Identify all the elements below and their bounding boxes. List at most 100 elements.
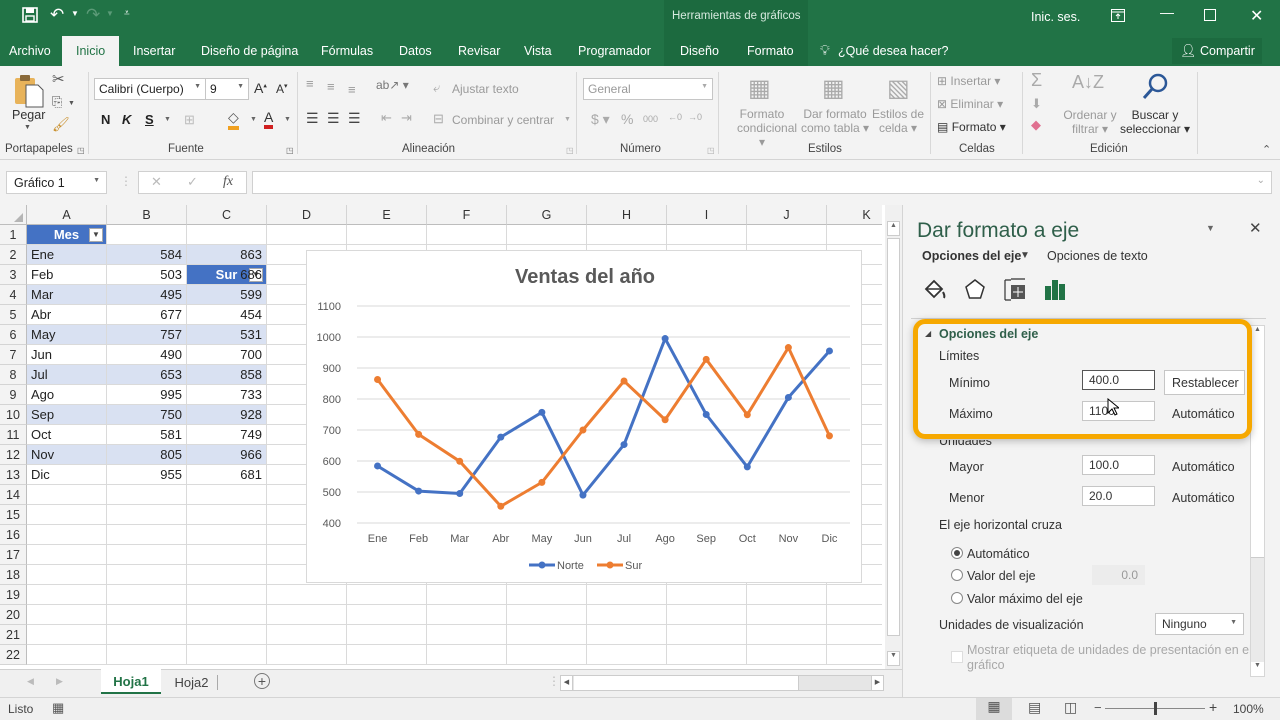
tab-revisar[interactable]: Revisar <box>458 44 500 58</box>
scroll-up-icon[interactable]: ▲ <box>887 221 900 236</box>
undo-icon[interactable]: ↶ <box>50 5 64 25</box>
cell[interactable] <box>107 225 187 245</box>
table-cell[interactable]: 749 <box>187 425 267 445</box>
table-cell[interactable]: 490 <box>107 345 187 365</box>
decrease-indent-icon[interactable]: ⇤ <box>381 110 392 126</box>
radio-axis-value[interactable] <box>951 569 963 584</box>
italic-button[interactable]: K <box>122 112 131 127</box>
column-header-h[interactable]: H <box>587 205 667 225</box>
cell[interactable] <box>187 585 267 605</box>
table-cell[interactable]: Jul <box>27 365 107 385</box>
increase-font-icon[interactable]: A▴ <box>254 80 267 96</box>
x-tick-label[interactable]: Sep <box>696 533 716 545</box>
series-line-norte[interactable] <box>376 337 831 497</box>
add-sheet-icon[interactable]: + <box>254 673 270 689</box>
page-break-view-icon[interactable]: ◫ <box>1064 699 1077 716</box>
row-header-19[interactable]: 19 <box>0 585 27 605</box>
format-as-table-icon[interactable]: ▦ <box>822 74 845 103</box>
cell[interactable] <box>667 225 747 245</box>
x-tick-label[interactable]: Oct <box>739 533 756 545</box>
borders-icon[interactable]: ⊞ <box>184 112 195 128</box>
tab-diseno[interactable]: Diseño <box>680 44 719 58</box>
row-header-10[interactable]: 10 <box>0 405 27 425</box>
chart-title[interactable]: Ventas del año <box>515 266 655 288</box>
tell-me-search[interactable]: ¿Qué desea hacer? <box>838 44 949 58</box>
table-cell[interactable]: 653 <box>107 365 187 385</box>
next-sheet-icon[interactable]: ▶ <box>56 676 63 687</box>
font-launcher-icon[interactable]: ◳ <box>286 146 294 155</box>
row-header-3[interactable]: 3 <box>0 265 27 285</box>
tab-text-options[interactable]: Opciones de texto <box>1047 249 1148 263</box>
conditional-format-icon[interactable]: ▦ <box>748 74 771 103</box>
cell[interactable] <box>267 225 347 245</box>
decrease-font-icon[interactable]: A▾ <box>276 82 288 96</box>
align-right-icon[interactable]: ☰ <box>348 110 361 127</box>
cell[interactable] <box>667 645 747 665</box>
cell[interactable] <box>27 585 107 605</box>
cell[interactable] <box>827 605 882 625</box>
data-point-sur[interactable] <box>825 432 833 440</box>
cell[interactable] <box>827 625 882 645</box>
tab-axis-options[interactable]: Opciones del eje <box>922 249 1021 263</box>
find-select-button[interactable]: Buscar y seleccionar ▾ <box>1118 108 1192 136</box>
prev-sheet-icon[interactable]: ◀ <box>27 676 34 687</box>
merge-center-button[interactable]: Combinar y centrar <box>452 113 554 127</box>
alignment-launcher-icon[interactable]: ◳ <box>566 146 574 155</box>
table-cell[interactable]: 863 <box>187 245 267 265</box>
cell[interactable] <box>347 645 427 665</box>
legend-entry-sur[interactable]: Sur <box>597 560 642 572</box>
cancel-formula-icon[interactable]: ✕ <box>151 174 162 190</box>
save-icon[interactable] <box>22 7 38 26</box>
font-color-icon[interactable]: A <box>264 110 274 129</box>
percent-icon[interactable]: % <box>621 111 633 127</box>
column-header-j[interactable]: J <box>747 205 827 225</box>
cell[interactable] <box>107 485 187 505</box>
cell[interactable] <box>427 225 507 245</box>
data-point-sur[interactable] <box>620 377 628 385</box>
column-header-k[interactable]: K <box>827 205 882 225</box>
expand-formula-bar-icon[interactable]: ⌄ <box>1257 175 1265 186</box>
number-launcher-icon[interactable]: ◳ <box>707 146 715 155</box>
data-point-norte[interactable] <box>702 411 710 418</box>
tab-formato[interactable]: Formato <box>747 44 794 58</box>
major-unit-input[interactable] <box>1082 455 1155 475</box>
paste-label[interactable]: Pegar <box>12 108 45 122</box>
data-point-sur[interactable] <box>784 344 792 352</box>
magnifier-icon[interactable] <box>1140 72 1170 105</box>
table-cell[interactable]: 750 <box>107 405 187 425</box>
column-header-c[interactable]: C <box>187 205 267 225</box>
bold-button[interactable]: N <box>101 112 110 127</box>
table-cell[interactable]: Ene <box>27 245 107 265</box>
radio-automatic[interactable] <box>951 547 963 562</box>
cell[interactable] <box>107 645 187 665</box>
increase-decimal-icon[interactable]: ←0 <box>668 112 682 122</box>
cell[interactable] <box>27 525 107 545</box>
y-tick-label[interactable]: 1100 <box>317 301 341 313</box>
cell[interactable] <box>187 485 267 505</box>
cell[interactable] <box>27 605 107 625</box>
enter-formula-icon[interactable]: ✓ <box>187 174 198 190</box>
fill-icon[interactable]: ⬇ <box>1031 96 1042 112</box>
select-all-button[interactable] <box>0 205 27 225</box>
table-cell[interactable]: 805 <box>107 445 187 465</box>
data-point-sur[interactable] <box>743 411 751 419</box>
horizontal-scroll-thumb[interactable] <box>574 676 799 690</box>
sign-in-link[interactable]: Inic. ses. <box>1031 10 1080 24</box>
cell[interactable] <box>747 645 827 665</box>
data-point-sur[interactable] <box>579 426 587 434</box>
sort-filter-button[interactable]: Ordenar y filtrar ▾ <box>1060 108 1120 136</box>
table-cell[interactable]: 581 <box>107 425 187 445</box>
row-header-20[interactable]: 20 <box>0 605 27 625</box>
undo-dropdown-icon[interactable]: ▼ <box>71 9 79 18</box>
cell[interactable] <box>187 645 267 665</box>
underline-button[interactable]: S <box>145 112 154 127</box>
table-cell[interactable]: Dic <box>27 465 107 485</box>
zoom-slider-thumb[interactable] <box>1154 702 1157 715</box>
table-cell[interactable]: 995 <box>107 385 187 405</box>
thousands-icon[interactable]: 000 <box>643 114 658 124</box>
cell[interactable] <box>667 585 747 605</box>
cell[interactable] <box>747 625 827 645</box>
row-header-13[interactable]: 13 <box>0 465 27 485</box>
table-cell[interactable]: Mar <box>27 285 107 305</box>
conditional-format-button[interactable]: Formato condicional ▾ <box>737 107 797 149</box>
